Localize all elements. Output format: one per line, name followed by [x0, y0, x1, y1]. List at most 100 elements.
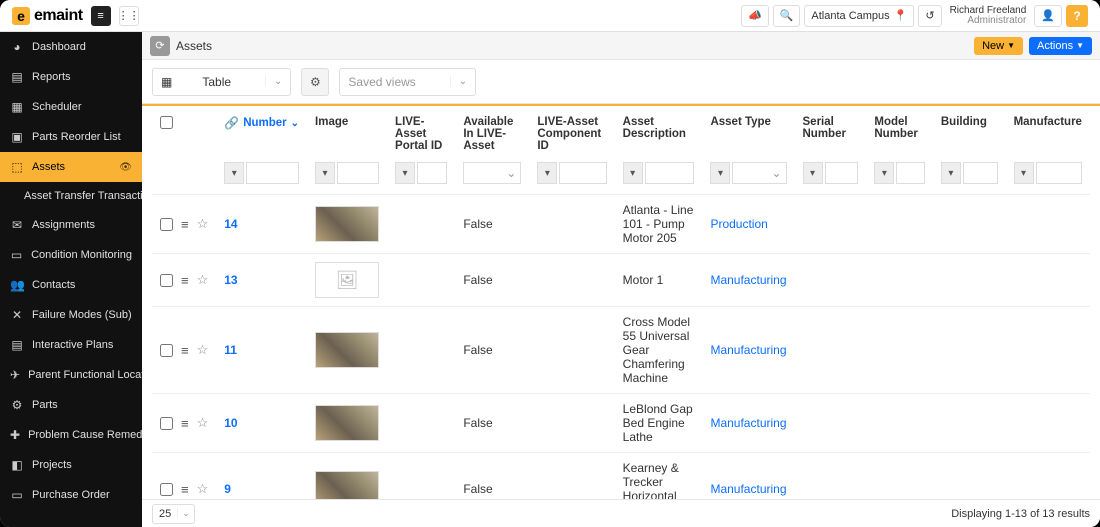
filter-button[interactable]: ▾: [874, 162, 894, 184]
sidebar-icon: ⬚: [10, 160, 24, 174]
sidebar-item-condition-monitoring[interactable]: ▭Condition Monitoring: [0, 240, 142, 270]
row-checkbox[interactable]: [160, 483, 173, 496]
asset-thumbnail[interactable]: [315, 332, 379, 368]
sidebar-item-failure-modes-sub-[interactable]: ✕Failure Modes (Sub): [0, 300, 142, 330]
filter-input[interactable]: [559, 162, 606, 184]
asset-number-link[interactable]: 14: [224, 217, 237, 231]
star-icon[interactable]: ☆: [197, 415, 209, 431]
column-header[interactable]: Manufacture: [1006, 106, 1090, 158]
column-header[interactable]: Asset Type: [702, 106, 794, 158]
filter-button[interactable]: ▾: [224, 162, 244, 184]
filter-input[interactable]: [246, 162, 299, 184]
asset-type-link[interactable]: Manufacturing: [710, 343, 786, 357]
asset-type-link[interactable]: Manufacturing: [710, 482, 786, 496]
saved-views-selector[interactable]: Saved views ⌄: [339, 68, 476, 96]
filter-input[interactable]: [896, 162, 925, 184]
sidebar-item-purchase-order[interactable]: ▭Purchase Order: [0, 480, 142, 510]
filter-dropdown[interactable]: ⌄: [463, 162, 521, 184]
column-header[interactable]: 🔗 Number ⌄: [216, 106, 307, 158]
sidebar-item-scheduler[interactable]: ▦Scheduler: [0, 92, 142, 122]
sidebar-icon: ▤: [10, 338, 24, 352]
sidebar-item-problem-cause-remedy[interactable]: ✚Problem Cause Remedy: [0, 420, 142, 450]
asset-type-link[interactable]: Manufacturing: [710, 416, 786, 430]
filter-button[interactable]: ▾: [941, 162, 961, 184]
column-header[interactable]: [152, 106, 216, 158]
sidebar-item-parent-functional-locations[interactable]: ✈Parent Functional Locations: [0, 360, 142, 390]
filter-input[interactable]: [825, 162, 859, 184]
asset-thumbnail[interactable]: [315, 471, 379, 499]
filter-input[interactable]: [963, 162, 998, 184]
asset-number-link[interactable]: 10: [224, 416, 237, 430]
filter-button[interactable]: ▾: [537, 162, 557, 184]
filter-button[interactable]: ▾: [623, 162, 643, 184]
sidebar-item-contacts[interactable]: 👥Contacts: [0, 270, 142, 300]
row-checkbox[interactable]: [160, 344, 173, 357]
sidebar-item-asset-transfer-transaction[interactable]: Asset Transfer Transaction: [0, 182, 142, 210]
asset-thumbnail[interactable]: [315, 405, 379, 441]
star-icon[interactable]: ☆: [197, 272, 209, 288]
column-header[interactable]: Building: [933, 106, 1006, 158]
filter-input[interactable]: [1036, 162, 1082, 184]
sidebar-item-interactive-plans[interactable]: ▤Interactive Plans: [0, 330, 142, 360]
filter-button[interactable]: ▾: [315, 162, 335, 184]
column-header[interactable]: Image: [307, 106, 387, 158]
filter-input[interactable]: [417, 162, 447, 184]
filter-input[interactable]: [645, 162, 695, 184]
filter-button[interactable]: ▾: [710, 162, 730, 184]
filter-button[interactable]: ▾: [803, 162, 823, 184]
help-button[interactable]: ?: [1066, 5, 1088, 27]
sidebar-item-assignments[interactable]: ✉Assignments: [0, 210, 142, 240]
asset-type-link[interactable]: Manufacturing: [710, 273, 786, 287]
column-header[interactable]: Model Number: [866, 106, 933, 158]
view-type-selector[interactable]: ▦ Table ⌄: [152, 68, 291, 96]
column-header[interactable]: Serial Number: [795, 106, 867, 158]
asset-number-link[interactable]: 9: [224, 482, 231, 496]
row-menu-button[interactable]: ≡: [181, 343, 189, 358]
column-header[interactable]: LIVE-Asset Portal ID: [387, 106, 455, 158]
asset-number-link[interactable]: 13: [224, 273, 237, 287]
star-icon[interactable]: ☆: [197, 216, 209, 232]
select-all-checkbox[interactable]: [160, 116, 173, 129]
page-size-selector[interactable]: 25 ⌄: [152, 504, 195, 524]
person-icon: 👤: [1041, 9, 1055, 22]
new-button[interactable]: New▼: [974, 37, 1023, 55]
saved-views-placeholder: Saved views: [348, 75, 415, 89]
column-header[interactable]: Asset Description: [615, 106, 703, 158]
star-icon[interactable]: ☆: [197, 481, 209, 497]
menu-toggle-button[interactable]: ≡: [91, 6, 111, 26]
row-menu-button[interactable]: ≡: [181, 273, 189, 288]
row-checkbox[interactable]: [160, 417, 173, 430]
row-menu-button[interactable]: ≡: [181, 482, 189, 497]
sidebar-item-dashboard[interactable]: ◕Dashboard: [0, 32, 142, 62]
announcements-button[interactable]: 📣: [741, 5, 769, 27]
row-menu-button[interactable]: ≡: [181, 217, 189, 232]
user-menu-button[interactable]: 👤: [1034, 5, 1062, 27]
settings-button[interactable]: ⚙: [301, 68, 329, 96]
filter-input[interactable]: [337, 162, 379, 184]
column-header[interactable]: Available In LIVE-Asset: [455, 106, 529, 158]
sidebar-item-parts-reorder-list[interactable]: ▣Parts Reorder List: [0, 122, 142, 152]
sidebar-item-reports[interactable]: ▤Reports: [0, 62, 142, 92]
column-label: LIVE-Asset Portal ID: [395, 116, 442, 152]
asset-type-link[interactable]: Production: [710, 217, 767, 231]
location-selector[interactable]: Atlanta Campus 📍: [804, 5, 914, 27]
sidebar-item-parts[interactable]: ⚙Parts: [0, 390, 142, 420]
sidebar-item-assets[interactable]: ⬚Assets👁: [0, 152, 142, 182]
asset-number-link[interactable]: 11: [224, 343, 237, 357]
column-header[interactable]: LIVE-Asset Component ID: [529, 106, 614, 158]
filter-button[interactable]: ▾: [395, 162, 415, 184]
row-menu-button[interactable]: ≡: [181, 416, 189, 431]
filter-dropdown[interactable]: ⌄: [732, 162, 786, 184]
row-checkbox[interactable]: [160, 274, 173, 287]
actions-button[interactable]: Actions▼: [1029, 37, 1092, 55]
star-icon[interactable]: ☆: [197, 342, 209, 358]
asset-thumbnail[interactable]: [315, 206, 379, 242]
row-checkbox[interactable]: [160, 218, 173, 231]
search-button[interactable]: 🔍: [773, 5, 801, 27]
history-button[interactable]: ↺: [918, 5, 941, 27]
filter-button[interactable]: ▾: [1014, 162, 1034, 184]
refresh-button[interactable]: ⟳: [150, 36, 170, 56]
view-type-label: Table: [202, 75, 231, 89]
sidebar-item-projects[interactable]: ◧Projects: [0, 450, 142, 480]
app-switcher-button[interactable]: ⋮⋮: [119, 6, 139, 26]
